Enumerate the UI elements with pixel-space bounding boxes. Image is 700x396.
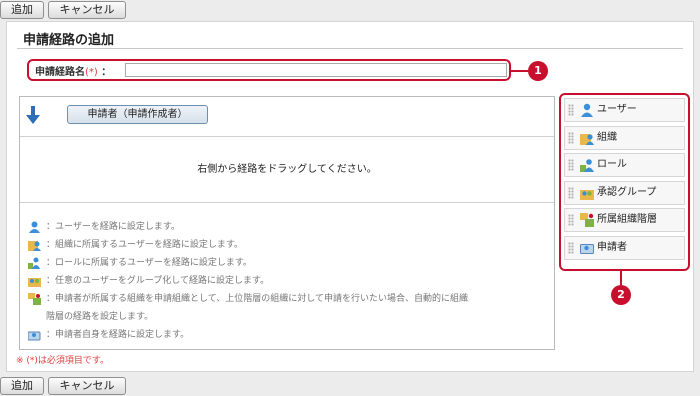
top-toolbar: 追加 キャンセル [0,0,126,20]
approval-group-icon [580,189,594,200]
palette-item-label: 申請者 [597,241,627,253]
legend-text: ：ユーザーを経路に設定します。 [46,222,180,232]
legend-item: ：ユーザーを経路に設定します。 [26,218,550,236]
org-hierarchy-icon [580,213,594,228]
legend-text: ：申請者が所属する組織を申請組織として、上位階層の組織に対して申請を行いたい場合… [46,294,469,304]
legend-text: ：申請者自身を経路に設定します。 [46,330,190,340]
palette-item-label: 所属組織階層 [597,214,657,226]
palette-item-label: 組織 [597,131,617,143]
route-drop-area[interactable]: 申請者（申請作成者） 右側から経路をドラッグしてください。 ：ユーザーを経路に設… [19,96,555,350]
legend-text: ：任意のユーザーをグループ化して経路に設定します。 [46,276,270,286]
palette-item-organization[interactable]: 組織 [564,125,685,150]
label-colon: ： [101,66,112,78]
route-name-label-text: 申請経路名 [35,66,85,78]
palette-item-approval-group[interactable]: 承認グループ [564,180,685,205]
route-palette: ユーザー 組織 ロール 承認グループ 所属組織階層 申請者 [559,93,690,271]
add-button[interactable]: 追加 [0,1,44,19]
route-name-label: 申請経路名(*) ： [35,63,111,78]
route-name-input[interactable] [125,63,507,77]
applicant-route-node[interactable]: 申請者（申請作成者） [67,105,208,124]
legend-item: 階層の経路を設定します。 [26,308,550,326]
cancel-button[interactable]: キャンセル [48,377,126,395]
organization-icon [580,133,594,145]
drag-handle-icon[interactable] [568,214,574,227]
legend: ：ユーザーを経路に設定します。 ：組織に所属するユーザーを経路に設定します。 ：… [26,218,550,344]
applicant-icon [28,331,41,341]
arrow-down-icon [26,106,40,124]
required-mark: (*) [85,66,98,78]
approval-group-icon [28,278,41,287]
required-note: ※ (*)は必須項目です。 [16,356,110,366]
org-hierarchy-icon [28,293,41,305]
role-icon [580,159,594,173]
route-name-row: 申請経路名(*) ： [27,59,511,81]
bottom-toolbar: 追加 キャンセル [0,376,126,396]
page-title: 申請経路の追加 [23,33,115,48]
user-icon [29,221,40,233]
legend-text: ：組織に所属するユーザーを経路に設定します。 [46,240,243,250]
drag-handle-icon[interactable] [568,131,574,144]
palette-item-label: ユーザー [597,104,637,115]
drag-handle-icon[interactable] [568,241,574,254]
callout-badge-1: 1 [528,61,548,81]
drag-handle-icon[interactable] [568,186,574,199]
legend-item: ：申請者が所属する組織を申請組織として、上位階層の組織に対して申請を行いたい場合… [26,290,550,308]
callout-1-connector [511,70,528,72]
role-icon [28,257,40,269]
drag-handle-icon[interactable] [568,104,574,116]
applicant-icon [580,243,594,254]
legend-text: 階層の経路を設定します。 [46,312,154,322]
legend-item: ：申請者自身を経路に設定します。 [26,326,550,344]
drag-handle-icon[interactable] [568,159,574,172]
legend-item: ：ロールに所属するユーザーを経路に設定します。 [26,254,550,272]
legend-text: ：ロールに所属するユーザーを経路に設定します。 [46,258,252,268]
palette-item-applicant[interactable]: 申請者 [564,235,685,260]
palette-item-user[interactable]: ユーザー [564,98,685,122]
route-header: 申請者（申請作成者） [20,97,554,137]
title-divider [17,48,683,49]
palette-item-label: 承認グループ [597,186,657,198]
legend-item: ：任意のユーザーをグループ化して経路に設定します。 [26,272,550,290]
cancel-button[interactable]: キャンセル [48,1,126,19]
user-icon [581,103,593,117]
callout-badge-2: 2 [611,285,631,305]
main-panel: 申請経路の追加 申請経路名(*) ： 1 申請者（申請作成者） 右側から経路をド… [6,21,694,372]
legend-item: ：組織に所属するユーザーを経路に設定します。 [26,236,550,254]
callout-2-connector [620,271,622,285]
palette-item-org-hierarchy[interactable]: 所属組織階層 [564,208,685,233]
add-button[interactable]: 追加 [0,377,44,395]
drop-instruction: 右側から経路をドラッグしてください。 [20,137,554,203]
palette-item-role[interactable]: ロール [564,153,685,178]
organization-icon [28,241,41,251]
palette-item-label: ロール [597,159,627,171]
